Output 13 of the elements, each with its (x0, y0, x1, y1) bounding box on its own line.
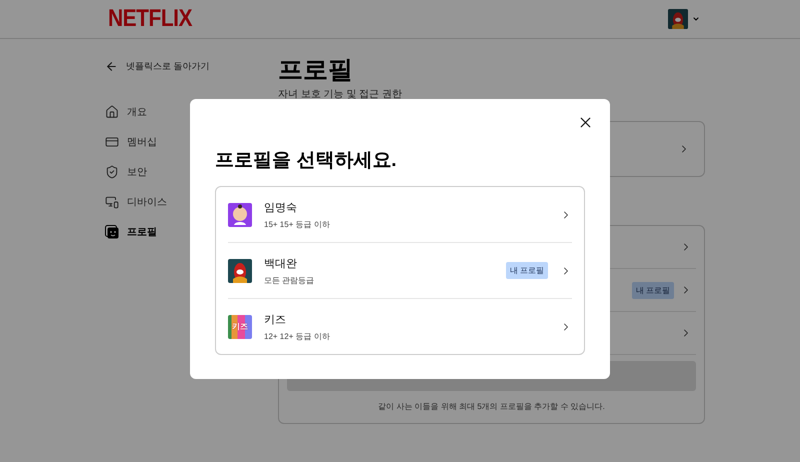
profile-rating: 12+ 12+ 등급 이하 (264, 330, 331, 342)
dialog-title: 프로필을 선택하세요. (215, 149, 398, 173)
profile-name: 백대완 (264, 256, 298, 270)
profile-limit-note: 같이 사는 이들을 위해 최대 5개의 프로필을 추가할 수 있습니다. (377, 401, 606, 413)
profile-name: 키즈 (264, 312, 287, 326)
profile-rating: 15+ 15+ 등급 이하 (264, 218, 331, 230)
page-title: 프로필 (278, 55, 354, 85)
profile-rating: 모든 관람등급 (264, 274, 316, 286)
my-profile-badge: 내 프로필 (506, 262, 548, 279)
profile-name: 임명숙 (264, 200, 298, 214)
my-profile-badge: 내 프로필 (632, 282, 674, 298)
kids-avatar: 키즈 (228, 314, 252, 338)
page-subtitle: 자녀 보호 기능 및 접근 권한 (278, 88, 403, 101)
